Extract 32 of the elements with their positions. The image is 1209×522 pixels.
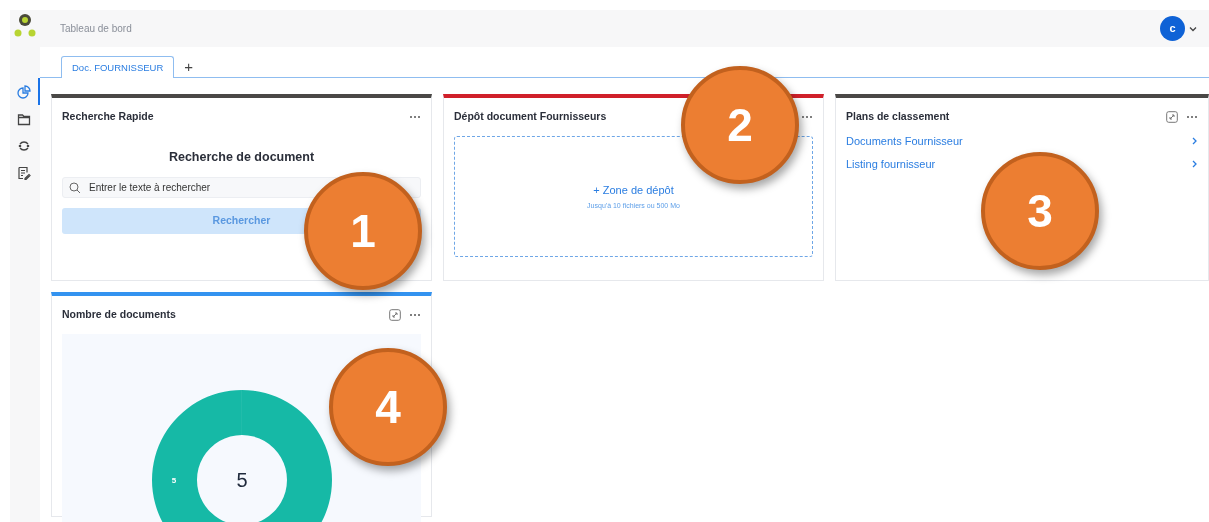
more-options-icon[interactable] (409, 115, 421, 119)
widget-title: Plans de classement (846, 109, 950, 125)
logo-icon (14, 12, 36, 38)
user-avatar[interactable]: c (1160, 16, 1185, 41)
tab[interactable]: Doc. FOURNISSEUR (61, 55, 175, 78)
add-tab-button[interactable]: + (180, 59, 198, 77)
search-icon (69, 181, 81, 194)
search-heading: Recherche de document (167, 149, 316, 166)
drop-zone-label: + Zone de dépôt (593, 182, 674, 198)
total-count: 5 (236, 469, 248, 491)
cycle-icon (17, 138, 31, 153)
classification-link[interactable]: Listing fournisseur (846, 155, 936, 172)
expand-button[interactable] (389, 309, 401, 321)
chevron-right-icon[interactable] (1192, 159, 1198, 168)
page-title: Tableau de bord (60, 22, 132, 36)
chevron-right-icon[interactable] (1192, 137, 1198, 146)
more-options-icon[interactable] (409, 313, 421, 317)
numbered-callout-tooltip: 1 (304, 172, 422, 290)
more-options-icon[interactable] (1186, 115, 1198, 119)
widget-title: Dépôt document Fournisseurs (454, 109, 607, 125)
chevron-down-icon[interactable] (1189, 25, 1197, 32)
document-edit-icon (17, 165, 31, 180)
expand-button[interactable] (1166, 111, 1178, 123)
numbered-callout-tooltip: 3 (981, 152, 1099, 270)
widget-title: Nombre de documents (62, 307, 176, 323)
numbered-callout-tooltip: 2 (681, 66, 799, 184)
slice-label: 5 (171, 476, 177, 485)
pie-chart-icon (17, 84, 31, 99)
classification-link[interactable]: Documents Fournisseur (846, 133, 963, 150)
widget-title: Recherche Rapide (62, 109, 154, 125)
more-options-icon[interactable] (801, 115, 813, 119)
folder-icon (17, 111, 31, 126)
